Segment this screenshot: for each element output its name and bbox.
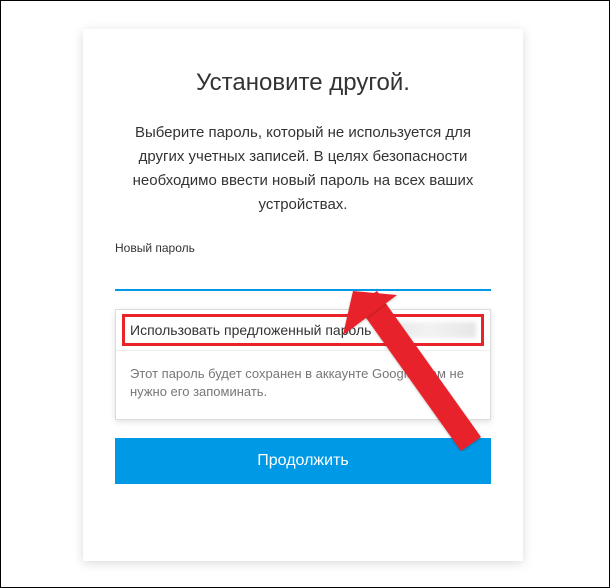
- password-field-label: Новый пароль: [115, 241, 491, 255]
- suggested-password-masked: [383, 322, 476, 338]
- suggestion-note: Этот пароль будет сохранен в аккаунте Go…: [116, 351, 490, 419]
- continue-button[interactable]: Продолжить: [115, 438, 491, 484]
- password-setup-card: Установите другой. Выберите пароль, кото…: [83, 29, 523, 561]
- page-description: Выберите пароль, который не используется…: [115, 121, 491, 217]
- use-suggested-password-row[interactable]: Использовать предложенный пароль: [116, 310, 490, 351]
- page-title: Установите другой.: [115, 69, 491, 97]
- password-field-wrapper: Новый пароль: [115, 241, 491, 291]
- password-suggestion-popup: Использовать предложенный пароль Этот па…: [115, 309, 491, 420]
- suggested-password-label: Использовать предложенный пароль: [130, 322, 371, 338]
- new-password-input[interactable]: [115, 259, 491, 291]
